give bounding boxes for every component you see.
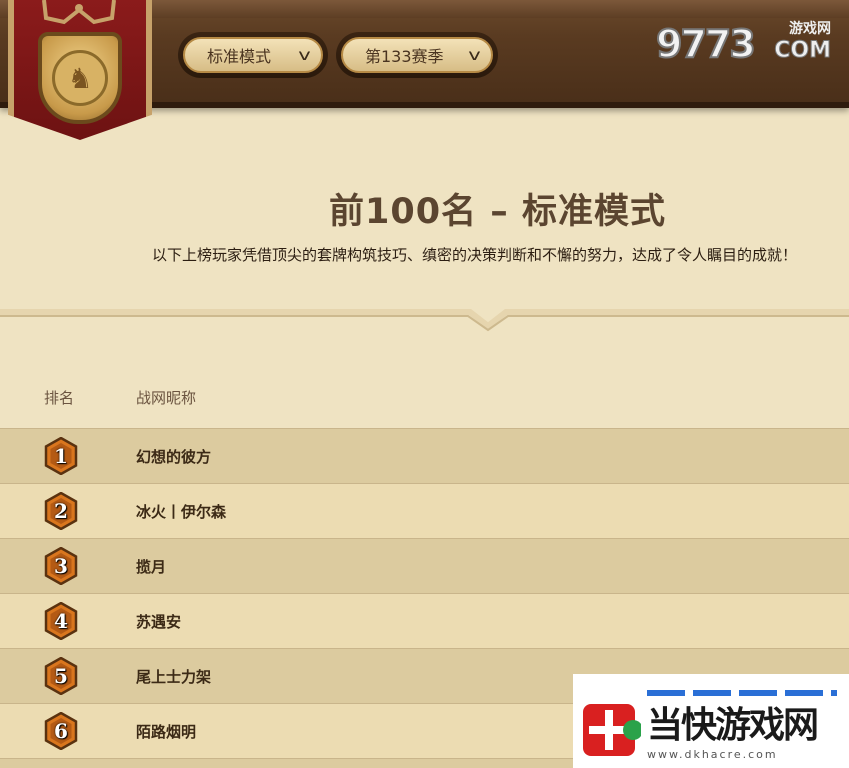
rank-badge-icon: 6	[44, 711, 78, 751]
banner-ornament-icon	[42, 0, 116, 25]
mode-dropdown[interactable]: 标准模式 v	[178, 32, 328, 78]
player-name: 幻想的彼方	[136, 448, 212, 466]
rank-column-header: 排名	[44, 389, 75, 407]
chevron-down-icon: v	[468, 46, 481, 64]
player-name: 苏遇安	[136, 613, 182, 631]
watermark-url: www.dkhacre.com	[647, 748, 778, 761]
rank-number: 1	[54, 444, 68, 468]
site-logo-com: COM	[774, 38, 832, 64]
page-subtitle: 以下上榜玩家凭借顶尖的套牌构筑技巧、缜密的决策判断和不懈的努力，达成了令人瞩目的…	[152, 246, 798, 264]
rank-number: 2	[54, 499, 68, 523]
site-logo-number: 9773	[655, 21, 757, 67]
rank-number: 4	[54, 609, 68, 633]
rank-badge-icon: 3	[44, 546, 78, 586]
rank-number: 5	[54, 664, 68, 688]
watermark-text: 当快游戏网	[647, 705, 819, 746]
site-logo: 9773 游戏网 COM	[655, 16, 832, 67]
rank-number: 3	[54, 554, 68, 578]
chevron-down-icon: v	[298, 46, 311, 64]
player-name: 揽月	[136, 558, 167, 576]
rank-badge-icon: 4	[44, 601, 78, 641]
name-column-header: 战网昵称	[136, 389, 197, 407]
hearthstone-shield-icon[interactable]: ♞	[38, 32, 122, 124]
table-row[interactable]: 2 冰火丨伊尔森	[0, 483, 849, 538]
plus-logo-icon	[583, 704, 641, 756]
page-title: 前100名 – 标准模式	[329, 192, 666, 232]
table-row[interactable]: 4 苏遇安	[0, 593, 849, 648]
rank-badge-icon: 1	[44, 436, 78, 476]
horse-head-icon: ♞	[52, 50, 108, 106]
table-row[interactable]: 1 幻想的彼方	[0, 428, 849, 483]
ornamental-divider	[0, 309, 849, 332]
rank-badge-icon: 2	[44, 491, 78, 531]
player-name: 陌路烟明	[136, 723, 197, 741]
mode-dropdown-value: 标准模式	[207, 47, 272, 66]
player-name: 尾上士力架	[136, 668, 212, 686]
watermark-logo: 当快游戏网 www.dkhacre.com	[573, 674, 849, 768]
rank-number: 6	[54, 719, 68, 743]
season-dropdown-value: 第133赛季	[365, 47, 444, 66]
season-dropdown[interactable]: 第133赛季 v	[336, 32, 498, 78]
player-name: 冰火丨伊尔森	[136, 503, 227, 521]
table-row[interactable]: 3 揽月	[0, 538, 849, 593]
site-logo-name: 游戏网	[789, 21, 831, 37]
rank-badge-icon: 5	[44, 656, 78, 696]
